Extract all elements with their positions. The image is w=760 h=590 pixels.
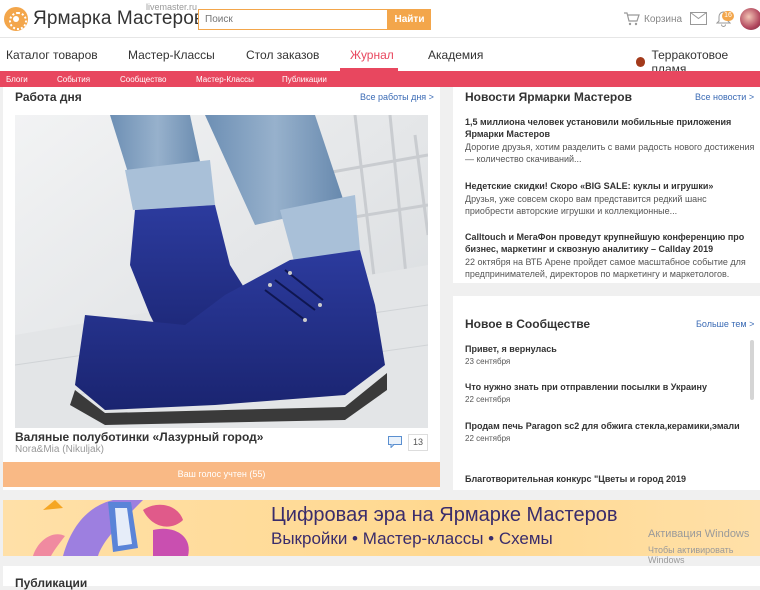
cart-button[interactable]: Корзина xyxy=(624,12,682,26)
community-title: Новое в Сообществе xyxy=(465,317,591,331)
cart-icon xyxy=(624,12,640,26)
mail-button[interactable] xyxy=(690,12,707,30)
windows-activation-text: Чтобы активировать Windows xyxy=(648,545,734,565)
banner-subtitle: Выкройки • Мастер-классы • Схемы xyxy=(271,529,553,548)
comment-count: 13 xyxy=(408,434,428,451)
cart-label: Корзина xyxy=(644,13,683,25)
community-item-title[interactable]: Благотворительная конкурс "Цветы и город… xyxy=(465,473,745,484)
community-item-title[interactable]: Что нужно знать при отправлении посылки … xyxy=(465,381,745,393)
shoes-image xyxy=(15,115,428,428)
community-item-title[interactable]: Продам печь Paragon sc2 для обжига стекл… xyxy=(465,420,745,432)
theme-color-dot xyxy=(636,57,646,67)
community-item-date: 22 сентября xyxy=(465,434,511,443)
nav-item-catalog[interactable]: Каталог товаров xyxy=(6,48,98,62)
news-item-title[interactable]: Недетские скидки! Скоро «BIG SALE: куклы… xyxy=(465,180,755,192)
more-topics-link[interactable]: Больше тем > xyxy=(696,319,754,329)
all-news-link[interactable]: Все новости > xyxy=(695,92,754,102)
work-author[interactable]: Nora&Mia (Nikuljak) xyxy=(15,444,104,455)
news-item-text: Дорогие друзья, хотим разделить с вами р… xyxy=(465,142,755,164)
subnav-item-publications[interactable]: Публикации xyxy=(282,75,327,84)
site-header: Ярмарка Мастеров livemaster.ru Найти Кор… xyxy=(0,0,760,38)
nav-item-journal[interactable]: Журнал xyxy=(350,48,394,62)
community-item-title[interactable]: Привет, я вернулась xyxy=(465,343,745,355)
vote-button[interactable]: Ваш голос учтен (55) xyxy=(3,462,440,487)
subnav-item-community[interactable]: Сообщество xyxy=(120,75,166,84)
promo-banner[interactable]: Цифровая эра на Ярмарке Мастеров Выкройк… xyxy=(3,500,760,556)
news-item-title[interactable]: 1,5 миллиона человек установили мобильны… xyxy=(465,116,755,140)
all-works-link[interactable]: Все работы дня > xyxy=(360,92,434,102)
sub-nav: Блоги События Сообщество Мастер-Классы П… xyxy=(0,71,760,87)
news-item-text: 22 октября на ВТБ Арене пройдет самое ма… xyxy=(465,257,746,279)
nav-item-academy[interactable]: Академия xyxy=(428,48,483,62)
comment-icon[interactable] xyxy=(388,436,402,448)
community-item[interactable]: Продам печь Paragon sc2 для обжига стекл… xyxy=(465,420,745,443)
windows-activation-title: Активация Windows xyxy=(648,528,750,540)
mail-icon xyxy=(690,12,707,25)
banner-illustration xyxy=(33,500,189,556)
news-item[interactable]: Недетские скидки! Скоро «BIG SALE: куклы… xyxy=(465,180,755,217)
search-input[interactable] xyxy=(198,9,388,30)
community-item-clip: Благотворительная конкурс "Цветы и город… xyxy=(453,470,753,484)
main-nav: Каталог товаров Мастер-Классы Стол заказ… xyxy=(0,38,760,76)
community-item[interactable]: Привет, я вернулась 23 сентября xyxy=(465,343,745,366)
subnav-item-master-classes[interactable]: Мастер-Классы xyxy=(196,75,254,84)
nav-item-master-classes[interactable]: Мастер-Классы xyxy=(128,48,215,62)
subnav-item-blogs[interactable]: Блоги xyxy=(6,75,28,84)
search-button[interactable]: Найти xyxy=(388,9,431,30)
avatar[interactable] xyxy=(740,8,760,30)
publications-title: Публикации xyxy=(15,576,88,590)
community-item[interactable]: Что нужно знать при отправлении посылки … xyxy=(465,381,745,404)
banner-title: Цифровая эра на Ярмарке Мастеров xyxy=(271,504,618,526)
work-of-day-title: Работа дня xyxy=(15,90,82,104)
community-item-date: 23 сентября xyxy=(465,357,511,366)
logo-subtext: livemaster.ru xyxy=(146,2,198,12)
work-title[interactable]: Валяные полуботинки «Лазурный город» xyxy=(15,430,263,444)
subnav-item-events[interactable]: События xyxy=(57,75,90,84)
news-item[interactable]: Calltouch и МегаФон проведут крупнейшую … xyxy=(465,231,755,280)
news-title: Новости Ярмарки Мастеров xyxy=(465,90,632,104)
news-item-title[interactable]: Calltouch и МегаФон проведут крупнейшую … xyxy=(465,231,755,255)
news-item-text: Друзья, уже совсем скоро вам представитс… xyxy=(465,194,707,216)
news-item[interactable]: 1,5 миллиона человек установили мобильны… xyxy=(465,116,755,165)
publications-panel xyxy=(3,566,760,586)
notification-badge: 16 xyxy=(722,11,734,21)
nav-item-orders[interactable]: Стол заказов xyxy=(246,48,319,62)
logo-icon xyxy=(4,7,28,31)
community-item-date: 22 сентября xyxy=(465,395,511,404)
community-scrollbar[interactable] xyxy=(750,340,754,400)
work-photo[interactable] xyxy=(15,115,428,428)
